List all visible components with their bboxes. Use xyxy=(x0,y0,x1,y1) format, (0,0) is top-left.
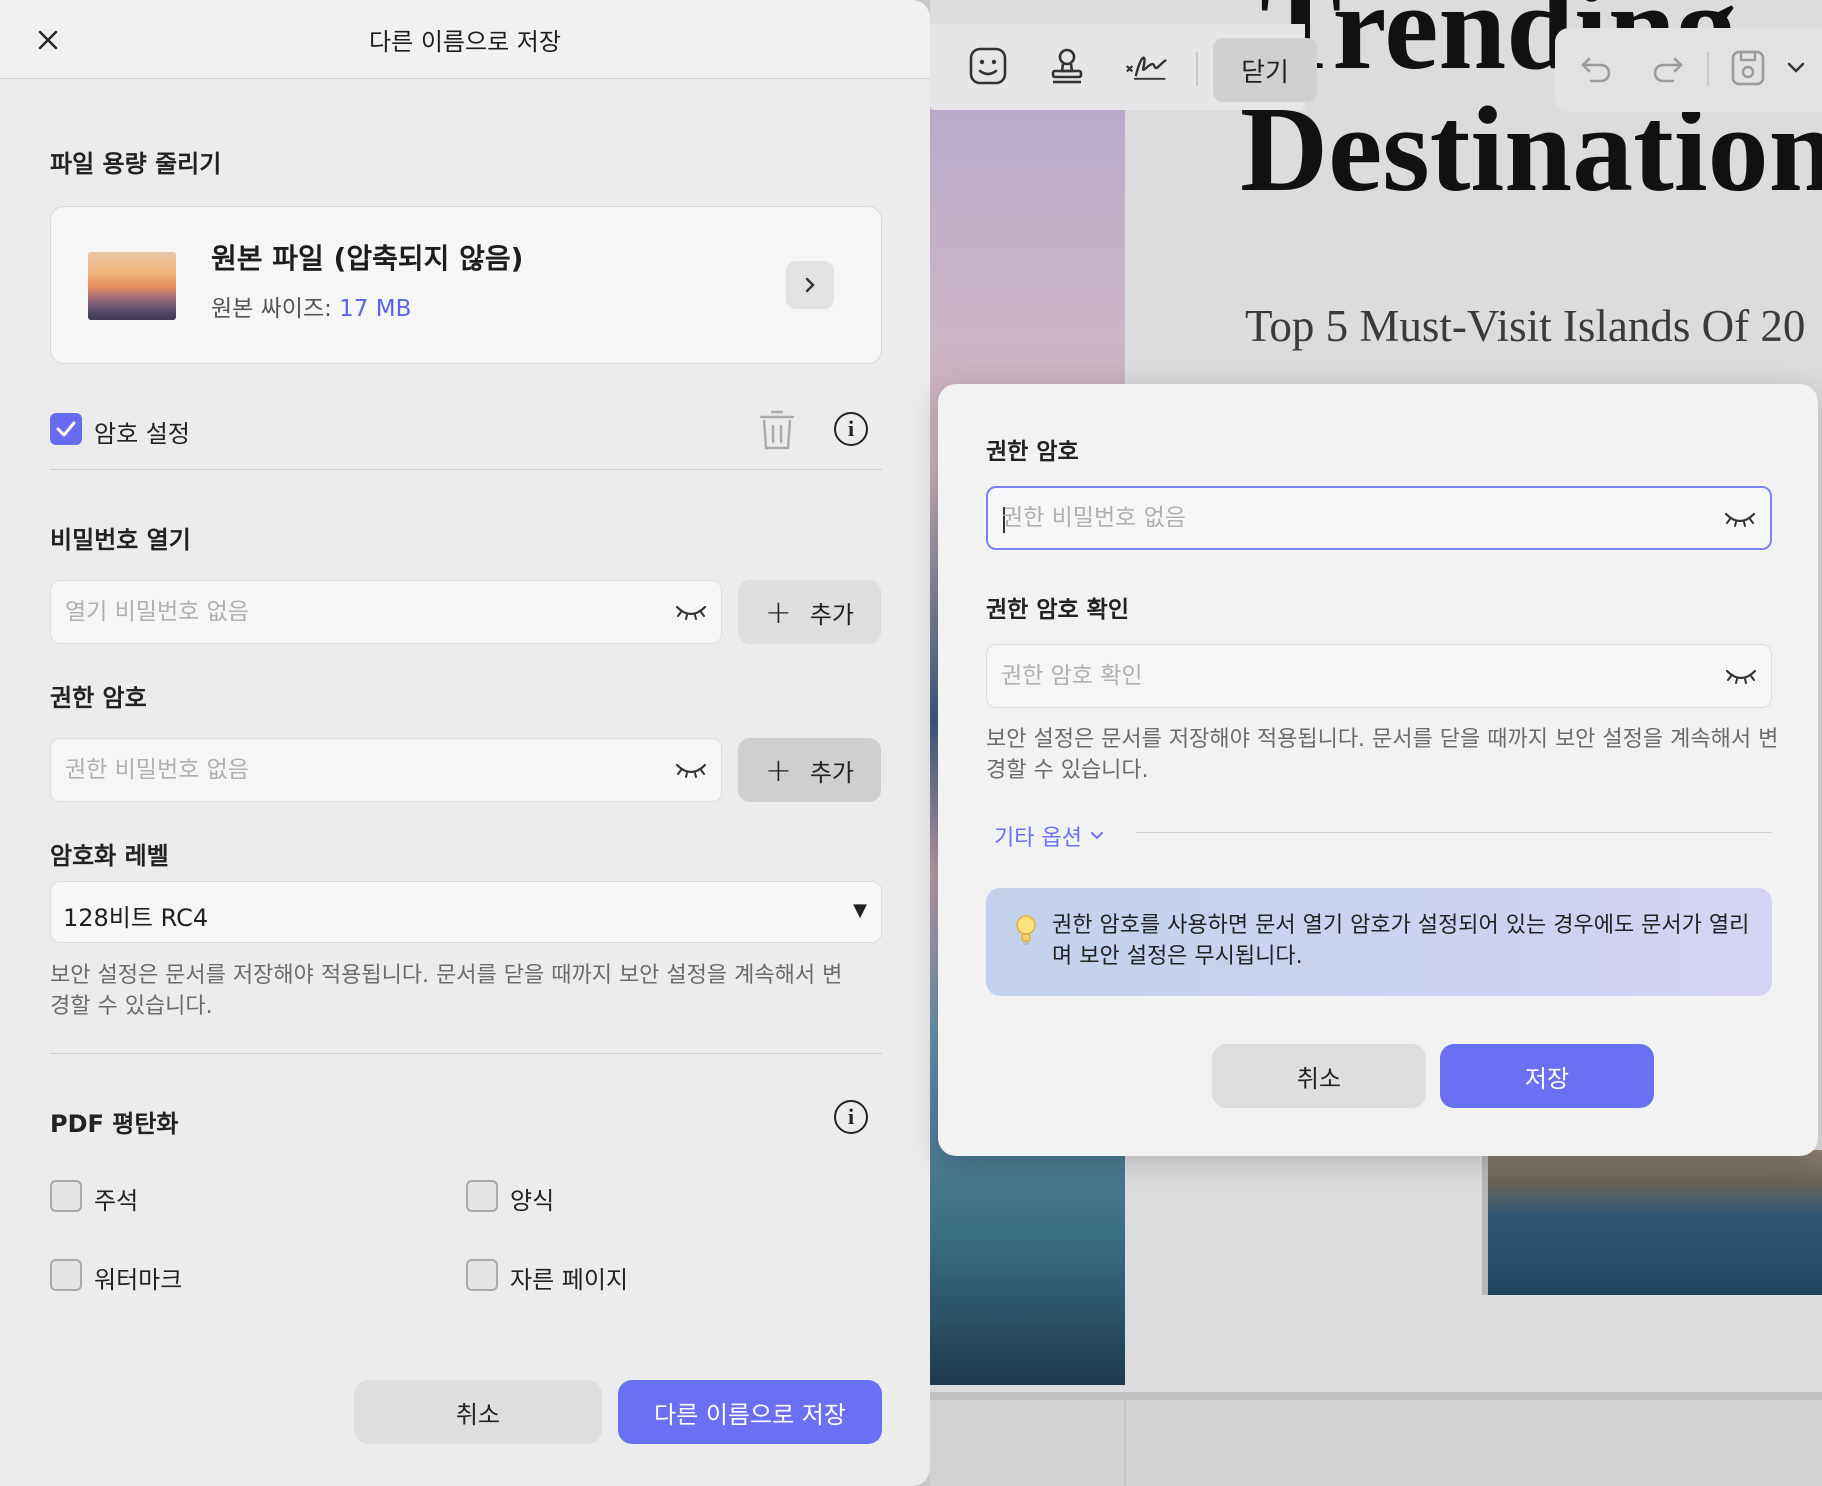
cancel-button[interactable]: 취소 xyxy=(354,1380,602,1444)
tip-box: 권한 암호를 사용하면 문서 열기 암호가 설정되어 있는 경우에도 문서가 열… xyxy=(986,888,1772,996)
add-permission-password-label: 추가 xyxy=(809,758,854,787)
open-password-input[interactable] xyxy=(65,581,655,643)
password-enable-checkbox[interactable] xyxy=(50,413,82,445)
close-toolbar-button[interactable]: 닫기 xyxy=(1213,38,1317,102)
open-password-label: 비밀번호 열기 xyxy=(50,526,191,554)
lightbulb-icon xyxy=(1016,915,1036,945)
flatten-cropped-pages-label: 자른 페이지 xyxy=(510,1266,629,1294)
modal-confirm-password-input[interactable] xyxy=(1001,645,1705,707)
stamp-icon[interactable] xyxy=(1045,44,1089,88)
flatten-cropped-pages-checkbox[interactable] xyxy=(466,1259,498,1291)
add-open-password-button[interactable]: + 추가 xyxy=(738,580,881,644)
flatten-forms-label: 양식 xyxy=(510,1187,555,1215)
file-thumbnail xyxy=(88,252,176,320)
modal-save-button[interactable]: 저장 xyxy=(1440,1044,1654,1108)
add-permission-password-button[interactable]: + 추가 xyxy=(738,738,881,802)
sticker-icon[interactable] xyxy=(966,44,1010,88)
more-options-toggle[interactable]: 기타 옵션 xyxy=(994,820,1104,852)
compress-section-label: 파일 용량 줄리기 xyxy=(50,150,222,178)
eye-closed-icon[interactable] xyxy=(1724,508,1756,530)
open-password-field[interactable] xyxy=(50,580,722,644)
original-size-value: 17 MB xyxy=(339,296,412,322)
encryption-level-value: 128비트 RC4 xyxy=(63,904,209,932)
tip-text: 권한 암호를 사용하면 문서 열기 암호가 설정되어 있는 경우에도 문서가 열… xyxy=(1052,913,1750,969)
save-as-dialog: 다른 이름으로 저장 파일 용량 줄리기 원본 파일 (압축되지 않음) 원본 … xyxy=(0,0,930,1486)
add-open-password-label: 추가 xyxy=(809,600,854,629)
section-divider xyxy=(50,469,882,470)
plus-icon: + xyxy=(765,593,792,631)
modal-permission-password-field[interactable] xyxy=(986,486,1772,550)
security-help-text: 보안 설정은 문서를 저장해야 적용됩니다. 문서를 닫을 때까지 보안 설정을… xyxy=(50,963,843,1019)
encryption-level-label: 암호화 레벨 xyxy=(50,842,169,870)
modal-confirm-password-label: 권한 암호 확인 xyxy=(986,597,1129,623)
eye-closed-icon[interactable] xyxy=(1725,665,1757,687)
password-info-icon[interactable]: i xyxy=(834,412,868,446)
modal-permission-password-label: 권한 암호 xyxy=(986,439,1079,465)
compression-option-name: 원본 파일 (압축되지 않음) xyxy=(211,242,524,275)
permission-password-label: 권한 암호 xyxy=(50,684,147,712)
undo-icon[interactable] xyxy=(1576,48,1616,88)
dialog-title: 다른 이름으로 저장 xyxy=(369,28,561,56)
flatten-forms-checkbox[interactable] xyxy=(466,1180,498,1212)
compress-option-card[interactable]: 원본 파일 (압축되지 않음) 원본 싸이즈: 17 MB xyxy=(50,206,882,364)
modal-permission-password-input[interactable] xyxy=(1002,488,1704,548)
permission-password-field[interactable] xyxy=(50,738,722,802)
signature-icon[interactable] xyxy=(1125,44,1169,88)
more-options-label: 기타 옵션 xyxy=(994,826,1082,851)
eye-closed-icon[interactable] xyxy=(675,759,707,781)
password-enable-label: 암호 설정 xyxy=(94,420,190,448)
document-photo-island xyxy=(1482,1150,1822,1295)
flatten-info-icon[interactable]: i xyxy=(834,1100,868,1134)
permission-password-input[interactable] xyxy=(65,739,655,801)
dropdown-arrow-icon: ▼ xyxy=(853,900,867,921)
original-size: 원본 싸이즈: 17 MB xyxy=(211,289,411,323)
more-options-divider xyxy=(1136,832,1772,833)
chevron-down-icon xyxy=(1090,832,1103,840)
section-divider xyxy=(50,1053,882,1054)
document-subtitle: Top 5 Must-Visit Islands Of 20 xyxy=(1245,301,1806,351)
modal-confirm-password-field[interactable] xyxy=(986,644,1772,708)
plus-icon: + xyxy=(765,751,792,789)
trash-icon[interactable] xyxy=(758,408,798,452)
modal-security-help-text: 보안 설정은 문서를 저장해야 적용됩니다. 문서를 닫을 때까지 보안 설정을… xyxy=(986,727,1779,783)
flatten-annotations-checkbox[interactable] xyxy=(50,1180,82,1212)
save-icon[interactable] xyxy=(1728,48,1768,88)
chevron-down-icon[interactable] xyxy=(1776,48,1816,88)
original-size-label: 원본 싸이즈: xyxy=(211,296,340,322)
document-next-page xyxy=(930,1392,1822,1486)
flatten-section-label: PDF 평탄화 xyxy=(50,1110,179,1138)
toolbar-divider xyxy=(1196,52,1198,86)
eye-closed-icon[interactable] xyxy=(675,601,707,623)
redo-icon[interactable] xyxy=(1648,48,1688,88)
encryption-level-select[interactable]: 128비트 RC4 ▼ xyxy=(50,881,882,943)
page-divider xyxy=(1124,1400,1126,1486)
modal-cancel-button[interactable]: 취소 xyxy=(1212,1044,1426,1108)
flatten-watermark-checkbox[interactable] xyxy=(50,1259,82,1291)
toolbar-divider xyxy=(1707,52,1709,86)
save-as-button[interactable]: 다른 이름으로 저장 xyxy=(618,1380,882,1444)
flatten-watermark-label: 워터마크 xyxy=(94,1266,183,1294)
compress-options-button[interactable] xyxy=(786,261,834,309)
flatten-annotations-label: 주석 xyxy=(94,1187,139,1215)
permission-password-modal: 권한 암호 권한 암호 확인 보안 설정은 문서를 저장해야 적용됩니다. 문서… xyxy=(938,384,1818,1156)
